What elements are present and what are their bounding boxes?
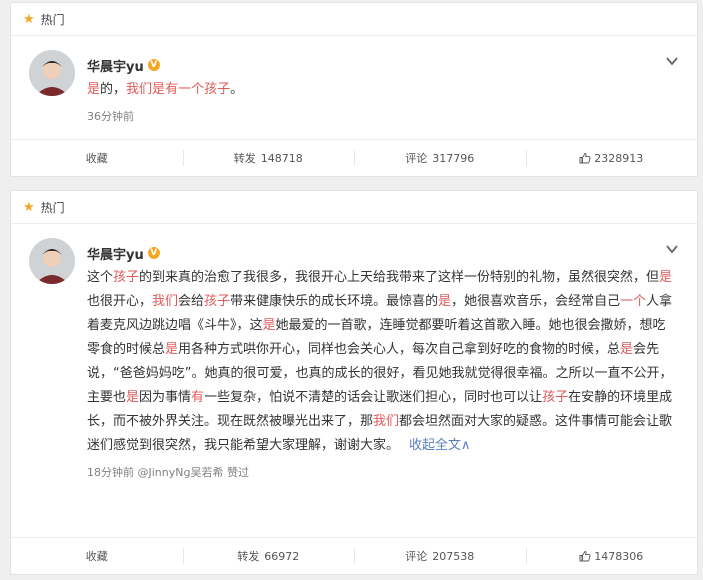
avatar[interactable] — [29, 238, 75, 284]
hot-label: 热门 — [40, 12, 65, 27]
repost-button[interactable]: 转发 148718 — [182, 140, 355, 176]
text-segment: 的， — [100, 82, 127, 97]
collect-button[interactable]: 收藏 — [11, 538, 183, 574]
author-name[interactable]: 华晨宇yu — [87, 56, 144, 75]
collapse-text-link[interactable]: 收起全文∧ — [409, 438, 471, 453]
comment-count: 207538 — [432, 549, 475, 563]
highlighted-keyword: 是 — [87, 82, 101, 97]
post-body: 华晨宇yu V 这个孩子的到来真的治愈了我很多，我很开心上天给我带来了这样一份特… — [11, 224, 697, 480]
collect-button[interactable]: 收藏 — [11, 140, 183, 176]
star-icon: ★ — [23, 199, 35, 215]
repost-count: 66972 — [264, 549, 300, 563]
highlighted-keyword: 有 — [165, 82, 179, 97]
highlighted-keyword: 一个 — [178, 82, 205, 97]
comment-count: 317796 — [432, 151, 475, 165]
comment-button[interactable]: 评论 207538 — [354, 538, 526, 574]
action-bar: 收藏 转发 66972 评论 207538 1478306 — [11, 537, 697, 574]
thumbs-up-icon — [579, 551, 591, 562]
chevron-down-icon[interactable] — [665, 54, 679, 68]
hot-label: 热门 — [40, 200, 65, 215]
text-segment: 。 — [230, 82, 244, 97]
text-segment: 因为事情 — [139, 390, 192, 405]
post-time[interactable]: 36分钟前 — [87, 108, 677, 124]
highlighted-keyword: 我们 — [152, 294, 179, 309]
highlighted-keyword: 我们 — [126, 82, 153, 97]
text-segment: 也很开心， — [87, 294, 153, 309]
post-body: 华晨宇yu V 是的，我们是有一个孩子。 36分钟前 — [11, 36, 697, 124]
chevron-down-icon[interactable] — [665, 242, 679, 256]
post-text: 是的，我们是有一个孩子。 — [87, 78, 677, 102]
highlighted-keyword: 是 — [262, 318, 276, 333]
weibo-card-2: ★ 热门 华晨宇yu V 这个孩子的到来真的治愈了我很多，我很开心上天给我带来了… — [10, 190, 698, 575]
like-button[interactable]: 2328913 — [525, 140, 698, 176]
repost-button[interactable]: 转发 66972 — [182, 538, 355, 574]
highlighted-keyword: 我们 — [373, 414, 400, 429]
text-segment: 的到来真的治愈了我很多，我很开心上天给我带来了这样一份特别的礼物，虽然很突然，但 — [139, 270, 660, 285]
highlighted-keyword: 有 — [191, 390, 205, 405]
author-name[interactable]: 华晨宇yu — [87, 244, 144, 263]
highlighted-keyword: 是 — [152, 82, 166, 97]
hot-header: ★ 热门 — [11, 3, 697, 36]
star-icon: ★ — [23, 11, 35, 27]
like-count: 2328913 — [594, 151, 644, 165]
highlighted-keyword: 是 — [438, 294, 452, 309]
highlighted-keyword: 孩子 — [542, 390, 569, 405]
like-button[interactable]: 1478306 — [525, 538, 698, 574]
highlighted-keyword: 是 — [126, 390, 140, 405]
text-segment: 这个 — [87, 270, 114, 285]
post-text: 这个孩子的到来真的治愈了我很多，我很开心上天给我带来了这样一份特别的礼物，虽然很… — [87, 266, 677, 458]
avatar[interactable] — [29, 50, 75, 96]
verified-badge-icon: V — [147, 59, 160, 71]
text-segment: 用各种方式哄你开心，同样也会关心人，每次自己拿到好吃的食物的时候，总 — [178, 342, 621, 357]
highlighted-keyword: 是 — [659, 270, 673, 285]
highlighted-keyword: 一个 — [620, 294, 647, 309]
thumbs-up-icon — [579, 153, 591, 164]
highlighted-keyword: 孩子 — [113, 270, 140, 285]
text-segment: 带来健康快乐的成长环境。最惊喜的 — [230, 294, 439, 309]
comment-button[interactable]: 评论 317796 — [354, 140, 526, 176]
text-segment: 一些复杂，怕说不清楚的话会让歌迷们担心，同时也可以让 — [204, 390, 543, 405]
highlighted-keyword: 是 — [165, 342, 179, 357]
highlighted-keyword: 孩子 — [204, 294, 231, 309]
action-bar: 收藏 转发 148718 评论 317796 2328913 — [11, 139, 697, 176]
verified-badge-icon: V — [147, 247, 160, 259]
repost-count: 148718 — [260, 151, 303, 165]
like-count: 1478306 — [594, 549, 644, 563]
text-segment: ，她很喜欢音乐，会经常自己 — [451, 294, 621, 309]
hot-header: ★ 热门 — [11, 191, 697, 224]
highlighted-keyword: 孩子 — [204, 82, 231, 97]
post-time[interactable]: 18分钟前 @JinnyNg吴若希 赞过 — [87, 464, 677, 480]
weibo-card-1: ★ 热门 华晨宇yu V 是的，我们是有一个孩子。 36分钟前 收藏 转发 14… — [10, 2, 698, 177]
highlighted-keyword: 是 — [620, 342, 634, 357]
text-segment: 会给 — [178, 294, 205, 309]
